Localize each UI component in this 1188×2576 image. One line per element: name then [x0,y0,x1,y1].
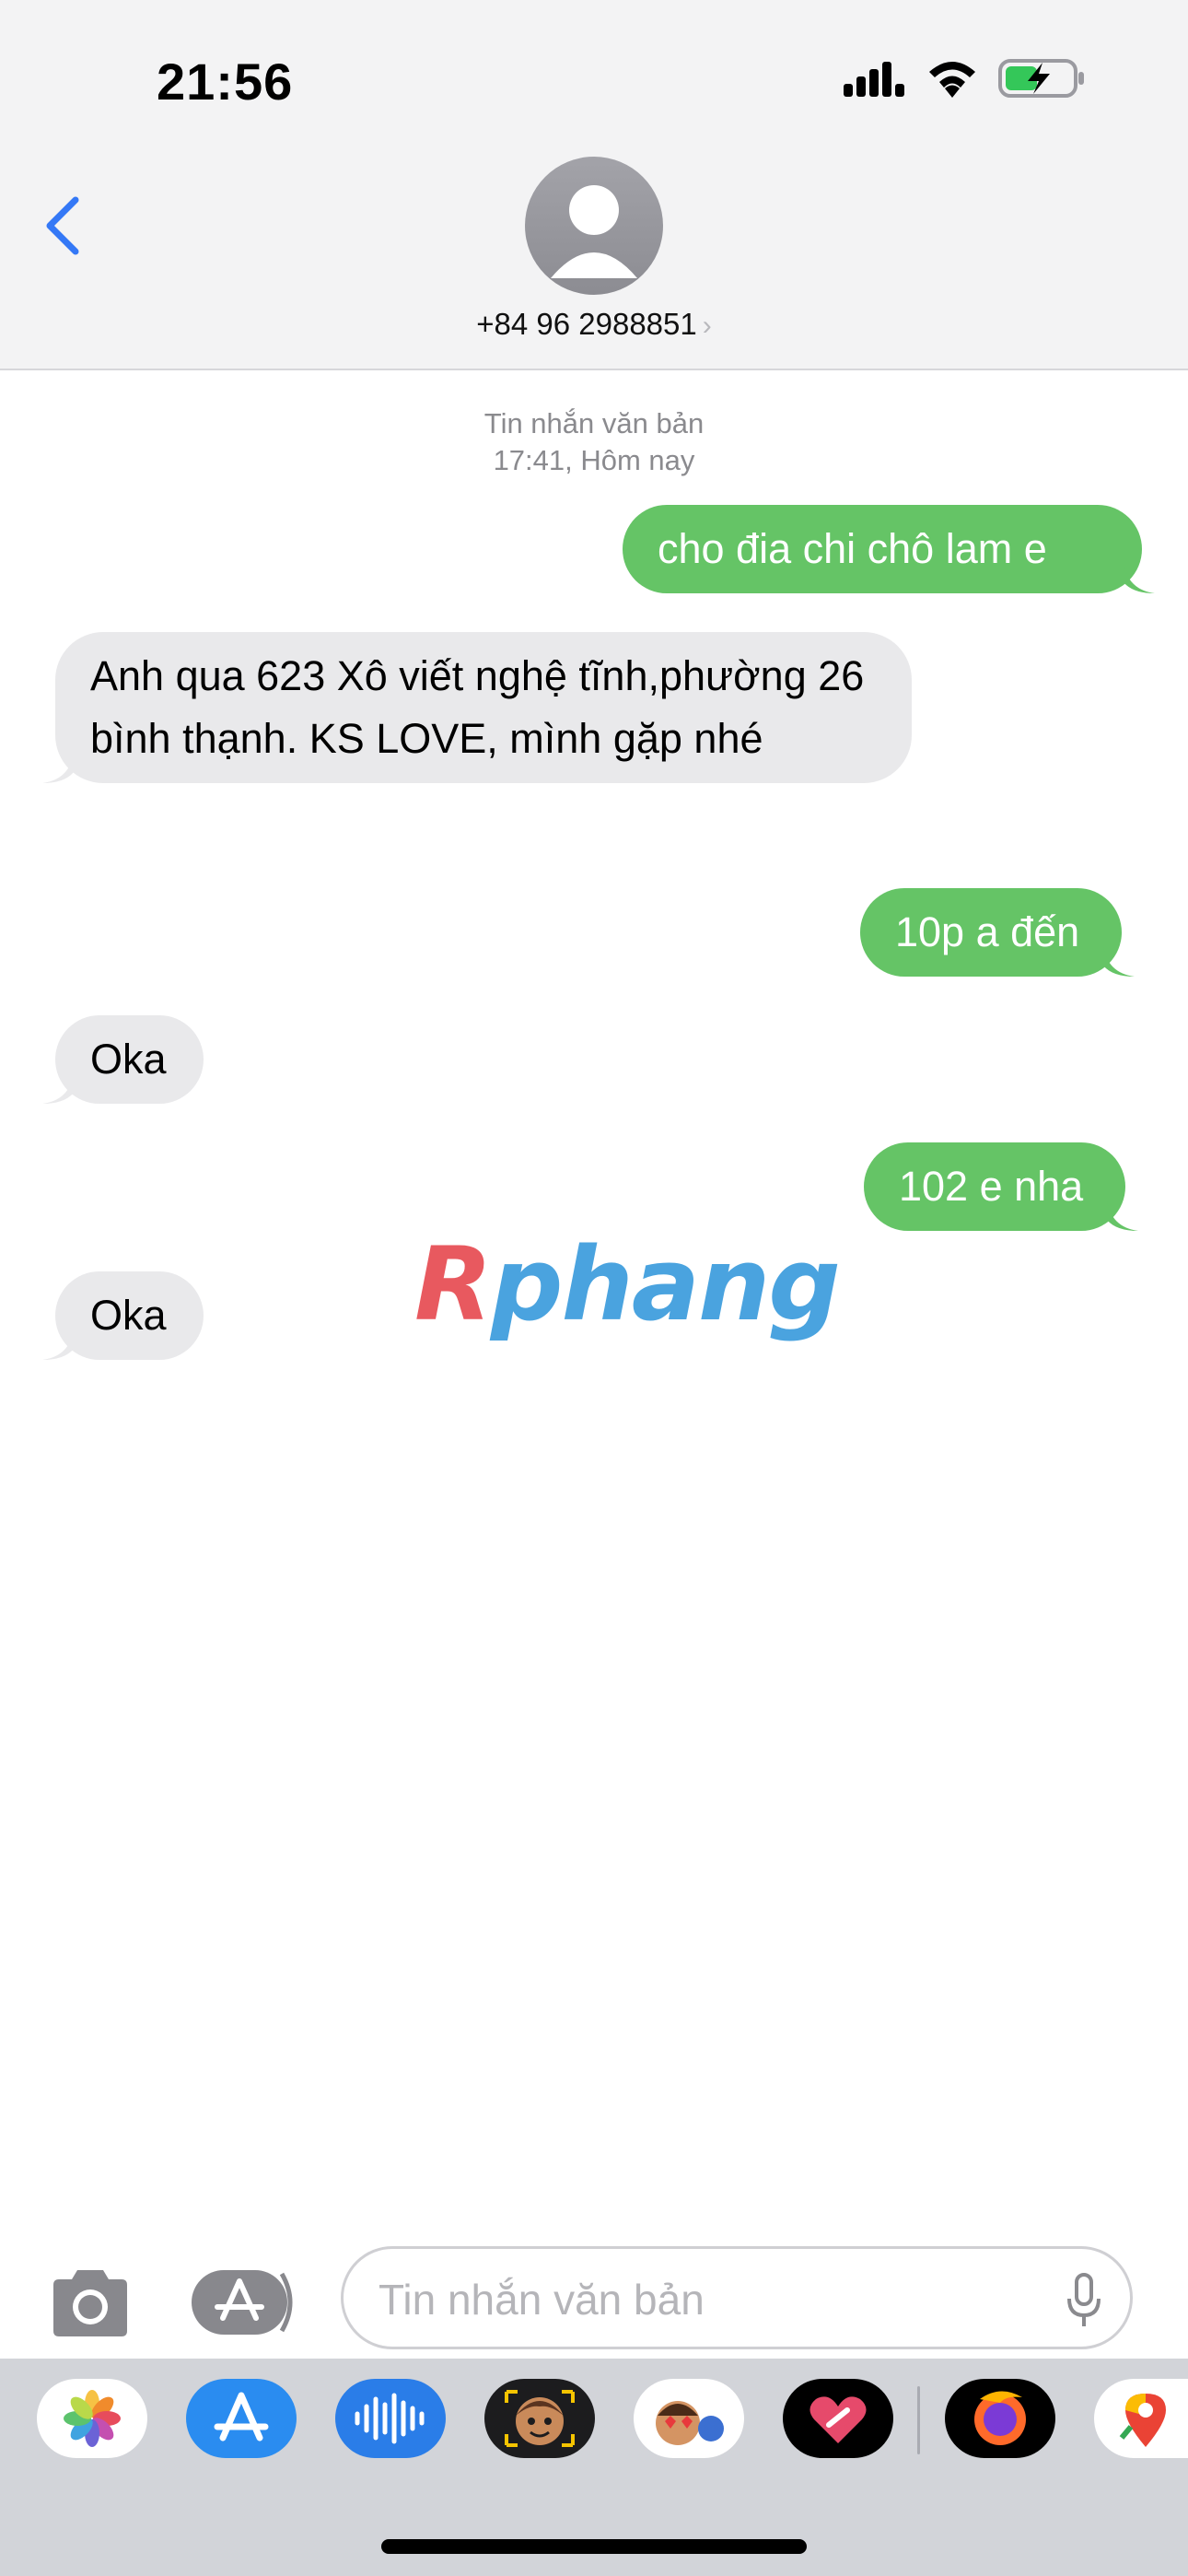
compose-bar [0,2230,1188,2368]
sent-message-bubble[interactable]: cho đia chi chô lam e [623,505,1155,593]
battery-charging-icon [998,59,1084,98]
message-text: Oka [90,1292,167,1339]
message-text: 102 e nha [899,1163,1084,1210]
cellular-signal-icon [844,62,904,97]
home-indicator[interactable] [381,2539,807,2554]
contact-name-button[interactable]: +84 96 2988851 › [0,307,1188,342]
drawer-separator [917,2386,920,2454]
memoji-camera-icon[interactable] [484,2379,595,2458]
digital-touch-icon[interactable] [783,2379,893,2458]
message-text: cho đia chi chô lam e [658,525,1047,572]
message-text: 10p a đến [895,908,1080,955]
person-silhouette-icon [551,185,637,278]
audio-message-icon[interactable] [335,2379,446,2458]
google-maps-icon[interactable] [1094,2379,1188,2458]
firefox-icon[interactable] [945,2379,1055,2458]
conversation-header: 21:56 +84 96 2988851 › [0,0,1188,370]
watermark-logo: Rphang [414,1225,841,1343]
photos-app-icon[interactable] [37,2379,147,2458]
camera-icon[interactable] [46,2268,134,2338]
message-text: Oka [90,1036,167,1083]
app-store-icon[interactable] [186,2379,297,2458]
received-message-bubble[interactable]: Oka [42,1015,204,1104]
message-input-field[interactable] [341,2246,1133,2349]
bubble-tail [42,1072,74,1104]
message-type-label: Tin nhắn văn bản [483,407,705,439]
status-icons [844,57,1087,100]
status-time: 21:56 [157,53,294,111]
contact-name: +84 96 2988851 [476,307,697,341]
received-message-bubble[interactable]: Oka [42,1271,204,1360]
message-timestamp: Tin nhắn văn bản 17:41, Hôm nay [0,405,1188,479]
microphone-icon[interactable] [1066,2273,1102,2328]
bubble-tail [1107,1200,1139,1231]
sent-message-bubble[interactable]: 10p a đến [860,888,1136,977]
memoji-stickers-icon[interactable] [634,2379,744,2458]
message-text: Anh qua 623 Xô viết nghệ tĩnh,phường 26 … [90,652,865,762]
message-input[interactable] [379,2267,1023,2332]
chevron-right-icon: › [702,310,712,341]
back-chevron-icon[interactable] [37,189,92,263]
wifi-icon [929,62,975,98]
message-time-label: 17:41, Hôm nay [493,444,695,476]
contact-avatar[interactable] [525,157,663,295]
bubble-tail [42,1329,74,1360]
received-message-bubble[interactable]: Anh qua 623 Xô viết nghệ tĩnh,phường 26 … [42,632,912,783]
bubble-tail [1124,562,1155,593]
bubble-tail [42,752,74,783]
app-store-button-icon[interactable] [190,2265,298,2340]
sent-message-bubble[interactable]: 102 e nha [864,1142,1139,1231]
bubble-tail [1103,945,1136,977]
